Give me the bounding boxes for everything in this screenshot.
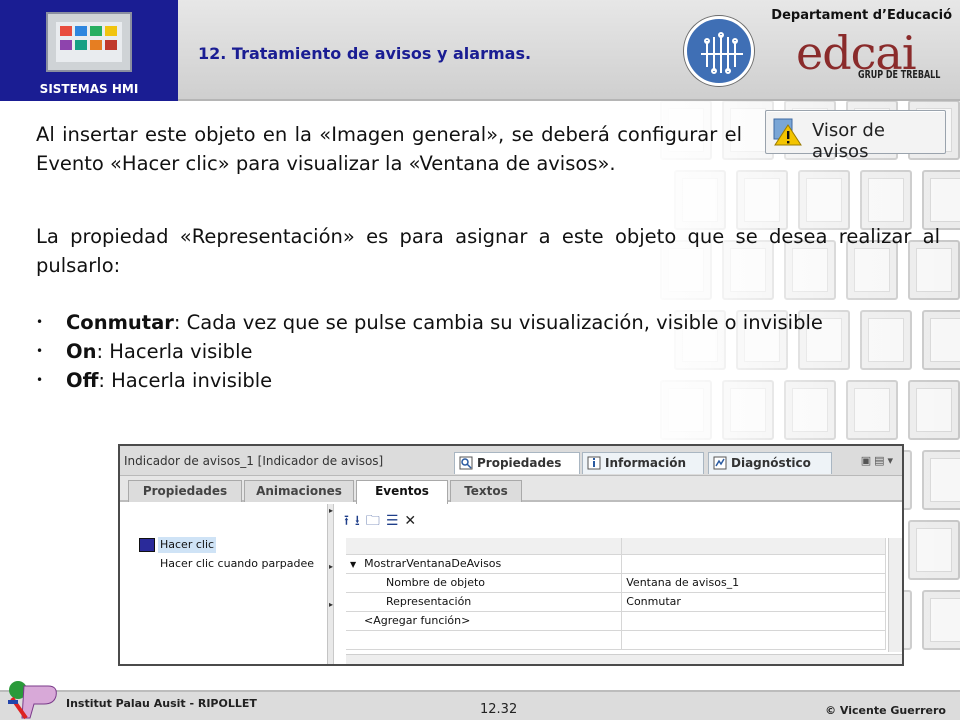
bullet-term: On: [66, 340, 97, 363]
param-value[interactable]: Conmutar: [621, 592, 886, 612]
delete-icon[interactable]: ✕: [404, 513, 422, 529]
info-icon: [587, 456, 601, 470]
param-name: Representación: [346, 592, 623, 612]
splitter-arrow-icon: ▸: [329, 600, 334, 609]
hmi-tile: [105, 40, 117, 50]
bullet-text: : Hacerla visible: [96, 340, 253, 363]
event-hacer-clic[interactable]: Hacer clic: [158, 537, 217, 553]
inspector-title: Indicador de avisos_1 [Indicador de avis…: [124, 454, 384, 468]
institute-logo-icon: [8, 681, 57, 720]
subtab-animaciones[interactable]: Animaciones: [244, 480, 354, 502]
bullet-term: Off: [66, 369, 99, 392]
hmi-panel-screen: [56, 22, 122, 62]
subtab-textos[interactable]: Textos: [450, 480, 522, 502]
move-down-icon[interactable]: ⭳: [355, 513, 366, 529]
event-hacer-clic-parpadee[interactable]: Hacer clic cuando parpadee: [160, 556, 314, 572]
visor-button-label: Visor de avisos: [812, 120, 885, 162]
inspector-titlebar: Indicador de avisos_1 [Indicador de avis…: [120, 446, 902, 476]
table-row[interactable]: ▼ MostrarVentanaDeAvisos: [346, 554, 886, 574]
author-credit: © Vicente Guerrero: [825, 704, 946, 717]
bullet-icon: •: [36, 315, 44, 329]
slide-title: 12. Tratamiento de avisos y alarmas.: [198, 44, 532, 63]
hmi-tile: [75, 40, 87, 50]
circuit-logo-icon: [684, 16, 754, 86]
function-name: MostrarVentanaDeAvisos: [364, 557, 502, 570]
hmi-section-label: SISTEMAS HMI: [39, 82, 139, 96]
window-controls[interactable]: ▣▤▾: [861, 454, 896, 467]
hmi-tile: [60, 26, 72, 36]
warning-icon: [773, 118, 802, 146]
properties-icon: [459, 456, 473, 470]
events-list: Hacer clic Hacer clic cuando parpadee: [120, 504, 328, 664]
subtab-propiedades[interactable]: Propiedades: [128, 480, 242, 502]
table-row: [346, 630, 886, 650]
tab-propiedades[interactable]: Propiedades: [454, 452, 580, 474]
list-icon[interactable]: ☰: [386, 513, 405, 529]
hmi-tile: [105, 26, 117, 36]
splitter-arrow-icon: ▸: [329, 506, 334, 515]
inspector-window: Indicador de avisos_1 [Indicador de avis…: [118, 444, 904, 666]
intro-paragraph: Al insertar este objeto en la «Imagen ge…: [36, 123, 742, 175]
vertical-scrollbar[interactable]: [888, 538, 902, 652]
hmi-tile: [90, 40, 102, 50]
bullet-icon: •: [36, 344, 44, 358]
hmi-panel-thumbnail: [46, 12, 132, 72]
expand-icon[interactable]: ▼: [350, 560, 356, 569]
table-row[interactable]: Nombre de objeto Ventana de avisos_1: [346, 573, 886, 593]
hmi-tile: [60, 40, 72, 50]
tab-label: Diagnóstico: [731, 456, 811, 470]
edcai-logo-subtext: GRUP DE TREBALL: [858, 68, 941, 81]
param-name: Nombre de objeto: [346, 573, 623, 593]
hmi-tile: [75, 26, 87, 36]
table-header-row: [346, 538, 886, 555]
add-function-cell[interactable]: <Agregar función>: [346, 611, 623, 631]
list-item: • Off: Hacerla invisible: [36, 366, 940, 395]
event-click-icon: [139, 538, 155, 552]
inspector-subtabs: Propiedades Animaciones Eventos Textos: [120, 476, 902, 504]
subtab-eventos[interactable]: Eventos: [356, 480, 448, 504]
folder-icon[interactable]: 🗀: [366, 513, 386, 529]
function-table: ▼ MostrarVentanaDeAvisos Nombre de objeto…: [346, 538, 886, 650]
tab-label: Propiedades: [477, 456, 562, 470]
horizontal-scrollbar[interactable]: [346, 654, 902, 664]
options-list: • Conmutar: Cada vez que se pulse cambia …: [36, 308, 940, 395]
panel-splitter[interactable]: ▸ ▸ ▸: [328, 504, 334, 664]
hmi-section-box: SISTEMAS HMI: [0, 0, 178, 101]
representation-paragraph: La propiedad «Representación» es para as…: [36, 225, 940, 277]
tab-diagnostico[interactable]: Diagnóstico: [708, 452, 832, 474]
tab-label: Información: [605, 456, 687, 470]
table-row[interactable]: <Agregar función>: [346, 611, 886, 631]
diagnostics-icon: [713, 456, 727, 470]
bullet-icon: •: [36, 373, 44, 387]
bullet-text: : Hacerla invisible: [98, 369, 273, 392]
bullet-term: Conmutar: [66, 311, 174, 334]
move-up-icon[interactable]: ⭱: [344, 513, 355, 529]
param-value[interactable]: Ventana de avisos_1: [621, 573, 886, 593]
function-toolbar: ⭱⭳🗀☰✕: [344, 510, 422, 530]
splitter-arrow-icon: ▸: [329, 562, 334, 571]
tab-informacion[interactable]: Información: [582, 452, 704, 474]
bullet-text: : Cada vez que se pulse cambia su visual…: [173, 311, 823, 334]
list-item: • On: Hacerla visible: [36, 337, 940, 366]
department-label: Departament d’Educació: [771, 8, 952, 23]
list-item: • Conmutar: Cada vez que se pulse cambia …: [36, 308, 940, 337]
page-number: 12.32: [480, 702, 518, 717]
visor-de-avisos-button[interactable]: Visor de avisos: [765, 110, 946, 162]
hmi-tile: [90, 26, 102, 36]
institute-name: Institut Palau Ausit - RIPOLLET: [66, 697, 257, 710]
table-row[interactable]: Representación Conmutar: [346, 592, 886, 612]
function-list-panel: ⭱⭳🗀☰✕ ▼ MostrarVentanaDeAvisos Nombre de …: [336, 504, 902, 664]
